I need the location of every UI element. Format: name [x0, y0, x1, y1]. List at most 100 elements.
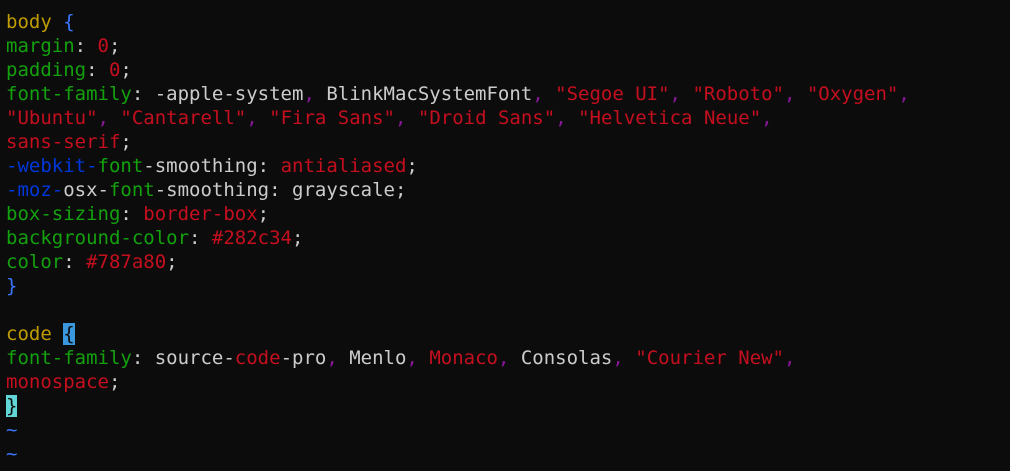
- code-token: "Segoe UI": [555, 83, 670, 105]
- code-token: code: [234, 347, 281, 369]
- code-token: "Helvetica Neue": [578, 107, 762, 129]
- code-token: ,: [784, 347, 796, 369]
- code-token: sans-serif: [6, 131, 121, 153]
- code-token: ,: [246, 107, 258, 129]
- code-line[interactable]: -webkit-font-smoothing: antialiased;: [6, 154, 1010, 178]
- code-token: ;: [406, 155, 418, 177]
- code-token: Consolas: [509, 347, 613, 369]
- code-token: :: [189, 227, 212, 249]
- code-token: ,: [612, 347, 624, 369]
- code-line[interactable]: monospace;: [6, 370, 1010, 394]
- code-line[interactable]: font-family: -apple-system, BlinkMacSyst…: [6, 82, 1010, 106]
- code-token: ,: [532, 83, 544, 105]
- code-token: 0: [97, 35, 109, 57]
- code-token: font-family: [6, 347, 132, 369]
- code-line[interactable]: padding: 0;: [6, 58, 1010, 82]
- code-token: ;: [257, 203, 270, 225]
- code-token: "Fira Sans": [269, 107, 396, 129]
- empty-buffer-line[interactable]: ~: [6, 418, 1010, 442]
- code-token: ;: [108, 35, 121, 57]
- code-token: padding: [6, 59, 87, 81]
- code-token: monospace: [6, 371, 109, 393]
- code-token: ,: [97, 107, 109, 129]
- code-line[interactable]: }: [6, 274, 1010, 298]
- code-token: -smoothing: grayscale;: [154, 179, 407, 201]
- code-token: "Droid Sans": [417, 107, 556, 129]
- code-token: 0: [108, 59, 121, 81]
- code-token: margin: [6, 35, 75, 57]
- code-token: Menlo: [337, 347, 407, 369]
- code-token: ;: [120, 59, 132, 81]
- empty-buffer-line[interactable]: ~: [6, 442, 1010, 466]
- code-token: background-color: [6, 227, 190, 249]
- code-token: ~: [6, 419, 18, 441]
- code-token: {: [63, 11, 75, 33]
- code-line[interactable]: [6, 298, 1010, 322]
- code-token: -moz-: [6, 179, 64, 201]
- code-token: {: [63, 323, 75, 345]
- code-token: -smoothing:: [143, 155, 281, 177]
- code-line[interactable]: font-family: source-code-pro, Menlo, Mon…: [6, 346, 1010, 370]
- code-token: :: [63, 251, 87, 273]
- code-token: BlinkMacSystemFont: [314, 83, 533, 105]
- code-line[interactable]: margin: 0;: [6, 34, 1010, 58]
- code-token: font: [97, 155, 144, 177]
- code-line[interactable]: code {: [6, 322, 1010, 346]
- code-token: :: [120, 203, 144, 225]
- code-token: ,: [406, 347, 418, 369]
- code-token: ;: [166, 251, 178, 273]
- text-cursor: }: [6, 395, 18, 417]
- code-token: : source-: [131, 347, 235, 369]
- code-token: ,: [898, 83, 910, 105]
- code-token: ~: [6, 443, 18, 465]
- code-token: ,: [783, 83, 796, 105]
- code-token: color: [6, 251, 64, 273]
- code-token: font-family: [6, 83, 132, 105]
- code-token: box-sizing: [6, 203, 121, 225]
- code-line[interactable]: -moz-osx-font-smoothing: grayscale;: [6, 178, 1010, 202]
- code-line[interactable]: box-sizing: border-box;: [6, 202, 1010, 226]
- code-line[interactable]: "Ubuntu", "Cantarell", "Fira Sans", "Dro…: [6, 106, 1010, 130]
- code-line[interactable]: body {: [6, 10, 1010, 34]
- code-line[interactable]: background-color: #282c34;: [6, 226, 1010, 250]
- code-token: antialiased: [280, 155, 407, 177]
- code-token: :: [86, 59, 109, 81]
- code-token: ,: [761, 107, 773, 129]
- code-token: ;: [120, 131, 132, 153]
- code-token: ,: [326, 347, 338, 369]
- code-token: border-box: [143, 203, 258, 225]
- code-line[interactable]: }: [6, 394, 1010, 418]
- code-token: ,: [555, 107, 567, 129]
- code-line[interactable]: sans-serif;: [6, 130, 1010, 154]
- code-token: }: [6, 275, 18, 297]
- code-editor[interactable]: body {margin: 0; padding: 0; font-family: …: [0, 0, 1010, 471]
- code-token: "Ubuntu": [6, 107, 98, 129]
- code-token: code: [6, 323, 52, 345]
- code-token: : -apple-system: [131, 83, 304, 105]
- code-token: ,: [395, 107, 407, 129]
- code-token: ;: [108, 371, 121, 393]
- code-token: #787a80: [86, 251, 167, 273]
- code-token: ,: [669, 83, 681, 105]
- code-token: "Cantarell": [120, 107, 247, 129]
- code-token: "Oxygen": [806, 83, 899, 105]
- code-token: -pro: [280, 347, 327, 369]
- code-token: "Roboto": [692, 83, 784, 105]
- code-token: "Courier New": [635, 347, 784, 369]
- code-line[interactable]: color: #787a80;: [6, 250, 1010, 274]
- code-token: osx-: [63, 179, 109, 201]
- code-token: body: [6, 11, 52, 33]
- code-token: Monaco: [429, 347, 498, 369]
- code-token: font: [108, 179, 155, 201]
